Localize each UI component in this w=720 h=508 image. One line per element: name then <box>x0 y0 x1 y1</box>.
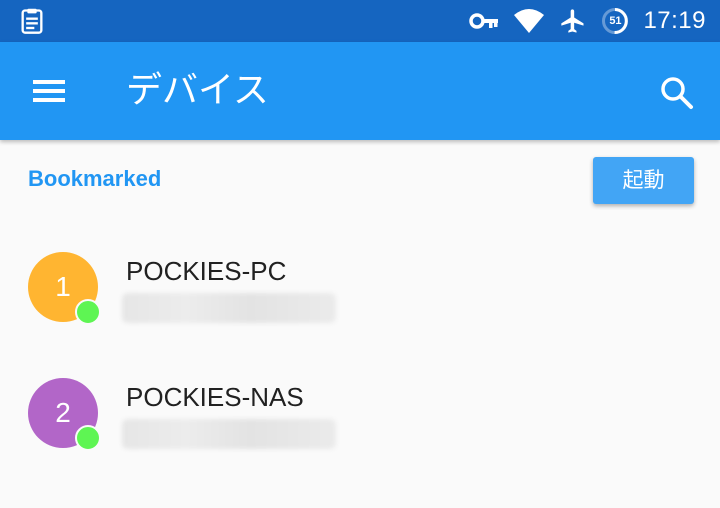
clipboard-icon <box>21 8 43 34</box>
hamburger-menu-icon[interactable] <box>28 74 70 108</box>
vpn-key-icon <box>469 13 499 29</box>
status-clock: 17:19 <box>643 7 706 34</box>
battery-saver-icon: 51 <box>601 7 629 35</box>
airplane-mode-icon <box>561 9 584 33</box>
battery-level: 51 <box>609 15 622 27</box>
device-list-item[interactable]: 2 POCKIES-NAS <box>0 358 720 468</box>
device-address-blurred <box>122 419 336 449</box>
online-status-indicator <box>75 299 101 325</box>
online-status-indicator <box>75 425 101 451</box>
wifi-icon <box>514 9 545 33</box>
device-list-item[interactable]: 1 POCKIES-PC <box>0 232 720 342</box>
device-name: POCKIES-PC <box>126 256 287 286</box>
status-icons: 51 17:19 <box>469 0 706 42</box>
launch-button[interactable]: 起動 <box>593 157 694 204</box>
device-address-blurred <box>122 293 336 323</box>
device-name: POCKIES-NAS <box>126 382 304 412</box>
app-bar: デバイス <box>0 42 720 140</box>
search-icon[interactable] <box>656 72 698 114</box>
section-header-bookmarked: Bookmarked <box>28 166 162 191</box>
page-title: デバイス <box>126 70 269 111</box>
status-bar: 51 17:19 <box>0 0 720 42</box>
